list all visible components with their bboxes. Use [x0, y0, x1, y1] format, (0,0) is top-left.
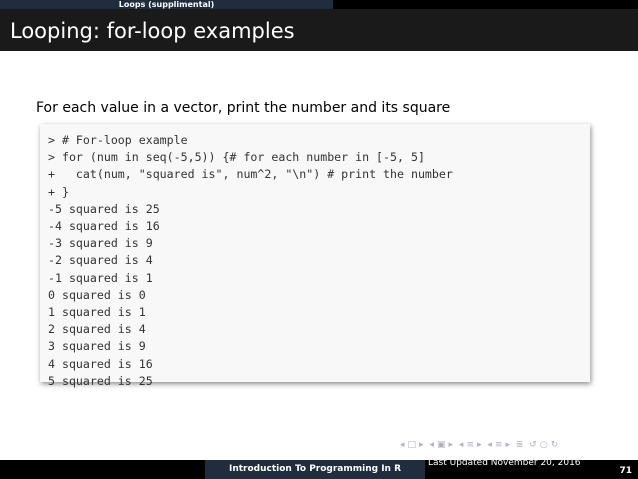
back-icon[interactable]: ↺: [529, 440, 537, 450]
nav-doc-left-icon[interactable]: ◂: [487, 440, 492, 450]
code-line: + cat(num, "squared is", num^2, "\n") # …: [48, 167, 453, 182]
output-line: -1 squared is 1: [48, 270, 153, 285]
output-line: 4 squared is 16: [48, 356, 153, 371]
last-updated: Last Updated November 20, 2016: [428, 458, 581, 468]
nav-subsection-right-icon[interactable]: ▸: [449, 440, 454, 450]
frame-icon[interactable]: □: [408, 440, 417, 450]
title-bar: Looping: for-loop examples: [0, 9, 638, 51]
nav-section-right-icon[interactable]: ▸: [477, 440, 482, 450]
output-line: 0 squared is 0: [48, 287, 146, 302]
nav-frame-right-icon[interactable]: ▸: [419, 440, 424, 450]
nav-frame-left-icon[interactable]: ◂: [400, 440, 405, 450]
top-bar: Loops (supplimental): [0, 0, 638, 9]
code-block: > # For-loop example > for (num in seq(-5…: [40, 124, 590, 388]
search-icon[interactable]: ○: [540, 440, 548, 450]
section-icon[interactable]: ≡: [466, 440, 474, 450]
output-line: 3 squared is 9: [48, 339, 146, 354]
forward-icon[interactable]: ↻: [551, 440, 559, 450]
nav-doc-right-icon[interactable]: ▸: [505, 440, 510, 450]
code-line: > for (num in seq(-5,5)) {# for each num…: [48, 150, 425, 165]
code-line: > # For-loop example: [48, 133, 188, 147]
nav-section-left-icon[interactable]: ◂: [459, 440, 464, 450]
output-line: -4 squared is 16: [48, 219, 160, 234]
output-line: -2 squared is 4: [48, 253, 153, 268]
output-line: -3 squared is 9: [48, 236, 153, 251]
beamer-navigation: ◂ □ ▸ ◂ ▣ ▸ ◂ ≡ ▸ ◂ ≡ ▸ ≣ ↺ ○ ↻: [400, 440, 620, 454]
output-line: 2 squared is 4: [48, 322, 146, 337]
course-title: Introduction To Programming In R: [205, 460, 425, 479]
nav-subsection-left-icon[interactable]: ◂: [429, 440, 434, 450]
section-title: Loops (supplimental): [0, 0, 333, 9]
lead-text: For each value in a vector, print the nu…: [36, 100, 451, 116]
subsection-icon[interactable]: ▣: [437, 440, 446, 450]
code-line: + }: [48, 184, 69, 199]
slide-title: Looping: for-loop examples: [10, 19, 295, 43]
align-icon[interactable]: ≣: [516, 440, 524, 450]
document-icon[interactable]: ≡: [495, 440, 503, 450]
output-line: -5 squared is 25: [48, 201, 160, 216]
footer-bar: Introduction To Programming In R Last Up…: [0, 458, 638, 479]
output-line: 5 squared is 25: [48, 373, 153, 388]
output-line: 1 squared is 1: [48, 305, 146, 320]
code-listing: > # For-loop example > for (num in seq(-5…: [48, 132, 453, 390]
page-number: 71: [619, 466, 632, 476]
